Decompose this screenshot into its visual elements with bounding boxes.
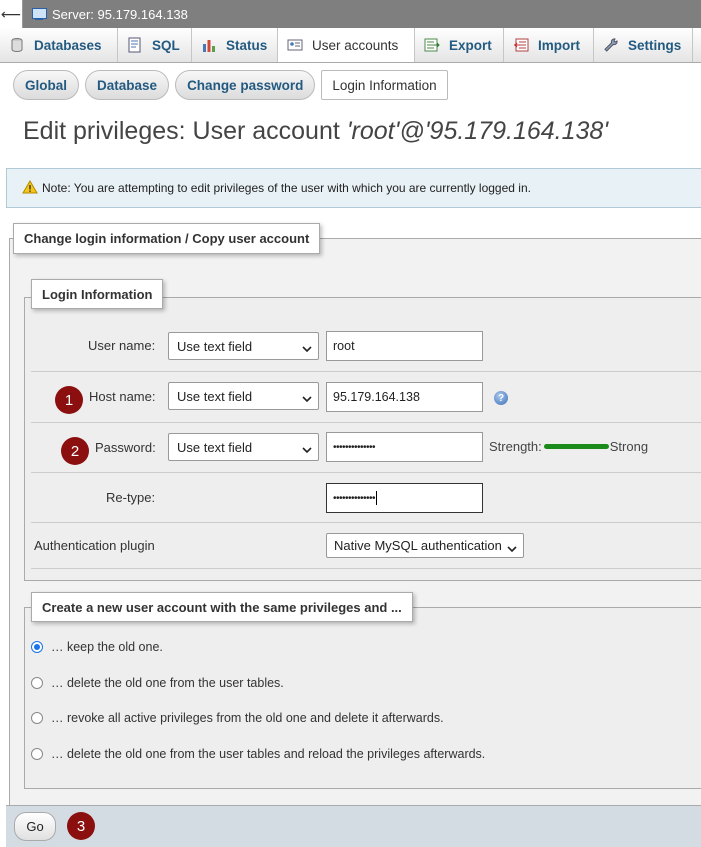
option-keep-old[interactable]: … keep the old one. [31, 640, 163, 654]
radio-button[interactable] [31, 712, 43, 724]
radio-button[interactable] [31, 641, 43, 653]
tab-label: SQL [152, 37, 180, 53]
retype-label: Re-type: [106, 490, 156, 505]
row-divider [31, 422, 701, 423]
password-strength: Strength: Strong [489, 439, 648, 454]
page-title: Edit privileges: User account 'root'@'95… [23, 117, 608, 146]
tab-settings[interactable]: Settings [594, 28, 693, 62]
row-divider [31, 522, 701, 523]
copy-options-fieldset [24, 607, 701, 789]
tab-import[interactable]: Import [504, 28, 594, 62]
database-icon [9, 37, 25, 53]
host-name-input[interactable]: 95.179.164.138 [326, 382, 483, 412]
tab-sql[interactable]: SQL [118, 28, 192, 62]
status-icon [201, 37, 217, 53]
help-icon[interactable]: ? [494, 391, 508, 405]
step-badge-3: 3 [67, 812, 95, 840]
page-title-prefix: Edit privileges: User account [23, 117, 347, 145]
go-button[interactable]: Go [14, 812, 56, 841]
host-name-label: Host name: [89, 389, 156, 404]
password-mode-select[interactable]: Use text field [168, 433, 319, 461]
step-badge-1: 1 [55, 386, 83, 414]
option-revoke-delete[interactable]: … revoke all active privileges from the … [31, 711, 444, 725]
main-tabs: Databases SQL Status User accounts Expor… [0, 28, 701, 63]
chevron-down-icon [302, 341, 312, 356]
warning-icon [22, 179, 38, 197]
select-value: Use text field [177, 338, 253, 354]
option-label: … keep the old one. [51, 640, 163, 654]
strength-value: Strong [609, 439, 649, 454]
option-delete-old[interactable]: … delete the old one from the user table… [31, 676, 284, 690]
change-login-legend: Change login information / Copy user acc… [13, 223, 321, 254]
select-value: Use text field [177, 388, 253, 404]
option-delete-reload[interactable]: … delete the old one from the user table… [31, 747, 485, 761]
notice-box: Note: You are attempting to edit privile… [6, 168, 701, 208]
user-accounts-icon [287, 37, 303, 53]
step-badge-2: 2 [61, 437, 89, 465]
user-name-mode-select[interactable]: Use text field [168, 332, 319, 360]
tab-label: Databases [34, 37, 102, 53]
password-label: Password: [95, 440, 156, 455]
import-icon [513, 37, 529, 53]
text-cursor [376, 491, 378, 505]
export-icon [424, 37, 440, 53]
option-label: … delete the old one from the user table… [51, 747, 486, 761]
tab-label: Settings [628, 37, 682, 53]
auth-plugin-select[interactable]: Native MySQL authentication [326, 533, 524, 558]
retype-value: •••••••••••••• [333, 492, 376, 504]
option-label: … delete the old one from the user table… [51, 676, 284, 690]
strength-meter [543, 444, 609, 449]
password-input[interactable]: •••••••••••••• [326, 432, 483, 462]
tab-user-accounts[interactable]: User accounts [278, 28, 415, 62]
server-breadcrumb-bar: ⟵ Server: 95.179.164.138 [0, 0, 701, 29]
notice-text: Note: You are attempting to edit privile… [42, 181, 531, 195]
tab-export[interactable]: Export [415, 28, 504, 62]
subtab-change-password[interactable]: Change password [175, 70, 316, 100]
user-name-label: User name: [88, 338, 156, 353]
retype-password-input[interactable]: •••••••••••••• [326, 483, 483, 513]
copy-options-legend: Create a new user account with the same … [31, 592, 413, 622]
subtab-global[interactable]: Global [13, 70, 80, 100]
tab-label: Import [538, 37, 580, 53]
auth-plugin-label: Authentication plugin [34, 538, 155, 553]
radio-button[interactable] [31, 677, 43, 689]
back-arrow-icon[interactable]: ⟵ [0, 0, 23, 28]
privilege-subtabs: Global Database Change password Login In… [13, 70, 448, 100]
tab-databases[interactable]: Databases [0, 28, 118, 62]
host-name-mode-select[interactable]: Use text field [168, 382, 319, 410]
subtab-database[interactable]: Database [85, 70, 170, 100]
subtab-login-information[interactable]: Login Information [321, 70, 448, 100]
strength-label: Strength: [489, 439, 542, 454]
form-footer [6, 805, 701, 847]
chevron-down-icon [302, 391, 312, 406]
server-label[interactable]: Server: 95.179.164.138 [52, 7, 188, 22]
chevron-down-icon [302, 442, 312, 457]
tab-label: Export [449, 37, 492, 53]
sql-icon [127, 37, 143, 53]
radio-button[interactable] [31, 748, 43, 760]
row-divider [31, 472, 701, 473]
user-name-input[interactable]: root [326, 331, 483, 361]
row-divider [31, 568, 701, 569]
row-divider [31, 371, 701, 372]
chevron-down-icon [507, 541, 517, 556]
server-icon [31, 7, 47, 21]
page-title-account: 'root'@'95.179.164.138' [346, 117, 609, 145]
tab-status[interactable]: Status [192, 28, 278, 62]
settings-icon [603, 37, 619, 53]
select-value: Native MySQL authentication [334, 538, 502, 553]
tab-label: Status [226, 37, 268, 53]
option-label: … revoke all active privileges from the … [51, 711, 444, 725]
tab-label: User accounts [312, 37, 399, 53]
select-value: Use text field [177, 439, 253, 455]
login-information-legend: Login Information [31, 279, 164, 309]
